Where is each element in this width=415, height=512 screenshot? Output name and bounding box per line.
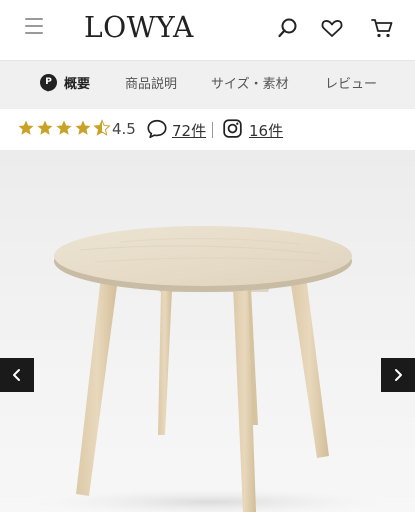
- star-icon: [37, 120, 53, 135]
- info-pin-icon: P: [40, 74, 57, 92]
- gallery-prev-button[interactable]: [0, 358, 34, 392]
- star-rating: [17, 119, 112, 139]
- instagram-count: 16件: [249, 122, 284, 140]
- menu-icon[interactable]: [25, 18, 43, 36]
- site-logo[interactable]: LOWYA: [84, 10, 194, 44]
- tab-overview-label: 概要: [64, 77, 91, 92]
- star-icon: [56, 120, 72, 135]
- instagram-icon: [223, 119, 242, 138]
- rating-value: 4.5: [112, 120, 136, 138]
- divider: [212, 122, 213, 138]
- star-icon: [18, 120, 34, 135]
- tab-size-material-label: サイズ・素材: [211, 77, 289, 92]
- star-icon: [75, 120, 91, 135]
- tab-description-label: 商品説明: [125, 77, 178, 92]
- tab-reviews[interactable]: レビュー: [325, 61, 377, 109]
- round-table-image: [35, 226, 385, 512]
- search-icon[interactable]: [276, 16, 300, 40]
- review-count: 72件: [172, 122, 207, 140]
- gallery-next-button[interactable]: [381, 358, 415, 392]
- rating-row: 4.5 72件 16件: [0, 109, 415, 150]
- tab-description[interactable]: 商品説明: [125, 61, 177, 109]
- tab-size-material[interactable]: サイズ・素材: [211, 61, 289, 109]
- tab-reviews-label: レビュー: [325, 77, 378, 92]
- speech-bubble-icon: [147, 119, 167, 139]
- site-header: LOWYA: [0, 0, 415, 60]
- tab-overview[interactable]: P 概要: [40, 61, 90, 109]
- chevron-right-icon: [395, 369, 402, 381]
- half-star-icon: [93, 119, 111, 136]
- cart-icon[interactable]: [370, 16, 394, 40]
- chevron-left-icon: [13, 369, 20, 381]
- heart-icon[interactable]: [320, 16, 344, 40]
- product-image-gallery: [0, 150, 415, 512]
- product-tab-bar: P 概要 商品説明 サイズ・素材 レビュー: [0, 60, 415, 110]
